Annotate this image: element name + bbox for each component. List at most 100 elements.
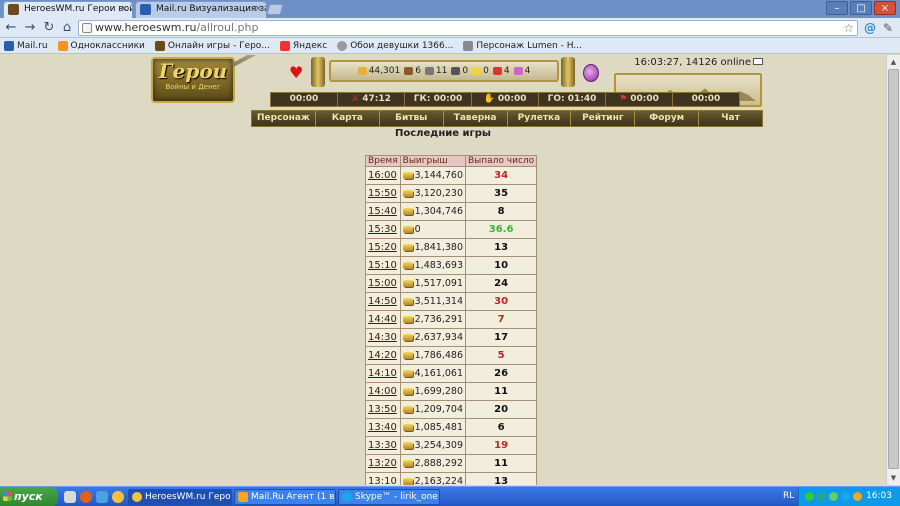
task-chrome[interactable]: HeroesWM.ru Герои ...: [128, 489, 232, 505]
ie-icon[interactable]: [96, 491, 108, 503]
game-time-link[interactable]: 14:40: [368, 314, 397, 325]
browser-tab-heroeswm[interactable]: HeroesWM.ru Герои войны и ×: [3, 1, 133, 18]
menu-character[interactable]: Персонаж: [252, 111, 316, 126]
game-time-link[interactable]: 14:10: [368, 368, 397, 379]
game-time-link[interactable]: 13:50: [368, 404, 397, 415]
win-cell: 1,517,091: [399, 274, 467, 293]
star-icon[interactable]: ☆: [843, 21, 854, 35]
start-button[interactable]: пуск: [0, 487, 58, 506]
game-time-link[interactable]: 14:20: [368, 350, 397, 361]
game-time-link[interactable]: 13:10: [368, 476, 397, 485]
mail-agent-icon[interactable]: @: [862, 20, 878, 36]
time-cell: 14:40: [365, 310, 401, 329]
results-body: 16:00 3,144,760 34 15:50 3,120,230 35 15:40 1,3…: [365, 166, 538, 485]
bookmark-odnoklassniki[interactable]: Одноклассники: [57, 40, 145, 51]
table-row: 13:30 3,254,309 19: [365, 436, 538, 455]
time-cell: 15:40: [365, 202, 401, 221]
win-cell: 3,254,309: [399, 436, 467, 455]
win-cell: 1,209,704: [399, 400, 467, 419]
number-cell: 7: [464, 310, 538, 329]
bookmark-heroes[interactable]: Онлайн игры - Геро...: [154, 40, 270, 51]
game-time-link[interactable]: 13:30: [368, 440, 397, 451]
vertical-scrollbar[interactable]: ▲ ▼: [886, 55, 900, 485]
number-cell: 13: [464, 238, 538, 257]
mail-icon[interactable]: [753, 58, 763, 65]
game-time-link[interactable]: 14:00: [368, 386, 397, 397]
tray-icon-1[interactable]: [805, 492, 814, 501]
game-time-link[interactable]: 15:50: [368, 188, 397, 199]
win-amount: 2,888,292: [414, 458, 463, 469]
close-icon[interactable]: ×: [120, 2, 128, 17]
menu-battles[interactable]: Битвы: [379, 111, 444, 126]
win-cell: 1,786,486: [399, 346, 467, 365]
number-cell: 11: [464, 454, 538, 473]
game-time-link[interactable]: 15:30: [368, 224, 397, 235]
new-tab-button[interactable]: [266, 4, 284, 15]
forward-arrow-icon[interactable]: →: [22, 20, 38, 36]
pillar-right-icon: [561, 57, 575, 87]
timer-guild-hunters: ГК: 00:00: [405, 93, 472, 106]
win-cell: 3,120,230: [399, 184, 467, 203]
skype-tray-icon[interactable]: [841, 492, 850, 501]
menu-map[interactable]: Карта: [315, 111, 380, 126]
table-row: 15:10 1,483,693 10: [365, 256, 538, 275]
wrench-icon[interactable]: ✎: [880, 20, 896, 36]
bookmark-yandex[interactable]: Яндекс: [279, 40, 327, 51]
time-cell: 15:10: [365, 256, 401, 275]
language-indicator[interactable]: RL: [783, 491, 794, 501]
game-time-link[interactable]: 15:20: [368, 242, 397, 253]
game-time-link[interactable]: 15:00: [368, 278, 397, 289]
tray-icon-2[interactable]: [817, 492, 826, 501]
menu-tavern[interactable]: Таверна: [443, 111, 508, 126]
bookmark-wallpapers[interactable]: Обои девушки 1366...: [337, 40, 453, 51]
win-cell: 4,161,061: [399, 364, 467, 383]
game-time-link[interactable]: 16:00: [368, 170, 397, 181]
number-cell: 5: [464, 346, 538, 365]
game-time-link[interactable]: 14:50: [368, 296, 397, 307]
reload-icon[interactable]: ↻: [41, 20, 57, 36]
globe-icon: [337, 40, 348, 51]
task-mail-agent[interactable]: Mail.Ru Агент (1 вкл...: [234, 489, 336, 505]
menu-rating[interactable]: Рейтинг: [571, 111, 636, 126]
gold-icon: [357, 67, 367, 75]
minimize-button[interactable]: –: [826, 1, 848, 15]
scroll-up-arrow-icon[interactable]: ▲: [888, 56, 899, 68]
browser-tab-mail[interactable]: Mail.ru Визуализация заклад ×: [135, 1, 267, 18]
gold-icon: [402, 442, 413, 449]
close-icon[interactable]: ×: [254, 2, 262, 17]
scroll-down-arrow-icon[interactable]: ▼: [888, 472, 899, 484]
page-title: Последние игры: [395, 128, 491, 139]
win-amount: 1,085,481: [414, 422, 463, 433]
number-cell: 8: [464, 202, 538, 221]
time-cell: 14:50: [365, 292, 401, 311]
game-time-link[interactable]: 13:40: [368, 422, 397, 433]
agent-tray-icon[interactable]: [853, 492, 862, 501]
address-bar[interactable]: www.heroeswm.ru/allroul.php ☆: [78, 20, 858, 36]
game-time-link[interactable]: 14:30: [368, 332, 397, 343]
gold-icon: [402, 406, 413, 413]
firefox-icon[interactable]: [80, 491, 92, 503]
win-amount: 1,699,280: [414, 386, 463, 397]
bookmark-mailru[interactable]: Mail.ru: [4, 40, 48, 51]
scroll-thumb[interactable]: [888, 69, 899, 469]
win-cell: 2,637,934: [399, 328, 467, 347]
close-window-button[interactable]: ×: [874, 1, 896, 15]
menu-roulette[interactable]: Рулетка: [507, 111, 572, 126]
bookmark-character[interactable]: Персонаж Lumen - H...: [463, 40, 582, 51]
game-time-link[interactable]: 15:10: [368, 260, 397, 271]
back-arrow-icon[interactable]: ←: [3, 20, 19, 36]
game-time-link[interactable]: 13:20: [368, 458, 397, 469]
task-skype[interactable]: Skype™ - lirik_one: [338, 489, 440, 505]
show-desktop-icon[interactable]: [64, 491, 76, 503]
game-logo[interactable]: Герои Войны и Денег: [151, 57, 235, 103]
game-time-link[interactable]: 15:40: [368, 206, 397, 217]
tray-icon-3[interactable]: [829, 492, 838, 501]
gold-icon: [402, 226, 413, 233]
sword-icon: [232, 55, 287, 67]
menu-chat[interactable]: Чат: [699, 111, 762, 126]
chrome-quicklaunch-icon[interactable]: [112, 491, 124, 503]
win-amount: 0: [414, 224, 421, 235]
menu-forum[interactable]: Форум: [635, 111, 700, 126]
home-icon[interactable]: ⌂: [59, 20, 75, 36]
maximize-button[interactable]: □: [850, 1, 872, 15]
